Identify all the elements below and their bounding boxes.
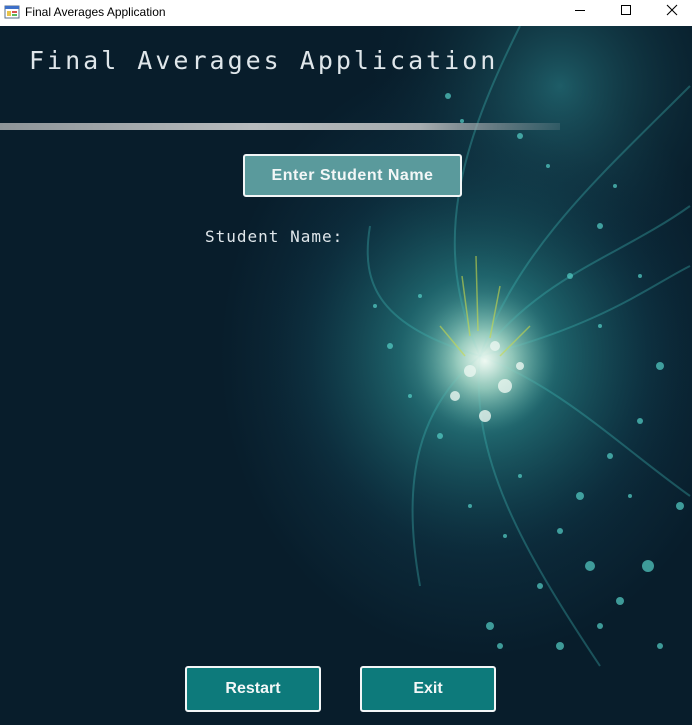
maximize-icon	[620, 3, 632, 21]
close-button[interactable]	[649, 0, 692, 24]
enter-student-name-button[interactable]: Enter Student Name	[243, 154, 462, 197]
exit-button[interactable]: Exit	[360, 666, 496, 712]
form-client-area: Final Averages Application Enter Student…	[0, 26, 692, 725]
window-title: Final Averages Application	[25, 5, 166, 19]
close-icon	[666, 3, 678, 21]
title-bar[interactable]: Final Averages Application	[0, 0, 692, 26]
app-window-icon	[4, 4, 20, 20]
application-window: Final Averages Application Final Average…	[0, 0, 692, 725]
minimize-icon	[574, 3, 586, 21]
app-title: Final Averages Application	[29, 46, 499, 75]
student-name-label: Student Name:	[205, 227, 344, 246]
restart-button[interactable]: Restart	[185, 666, 321, 712]
maximize-button[interactable]	[603, 0, 649, 24]
minimize-button[interactable]	[557, 0, 603, 24]
background-artwork	[0, 26, 692, 725]
header-divider	[0, 123, 560, 130]
